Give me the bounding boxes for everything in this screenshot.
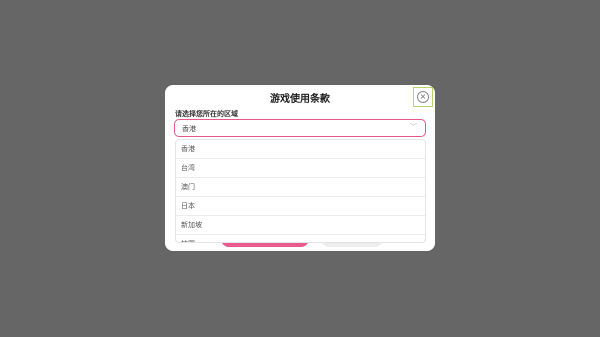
- region-label: 请选择您所在的区域: [175, 110, 238, 118]
- option-hong-kong[interactable]: 香港: [176, 140, 425, 159]
- close-button[interactable]: ×: [413, 87, 433, 107]
- terms-dialog: 游戏使用条款 × 请选择您所在的区域 香港 ﹀ 香港 台湾 澳门 日本 新加坡 …: [165, 85, 435, 251]
- option-japan[interactable]: 日本: [176, 197, 425, 216]
- option-taiwan[interactable]: 台湾: [176, 159, 425, 178]
- option-korea[interactable]: 韩国: [176, 235, 425, 242]
- region-select[interactable]: 香港 ﹀: [174, 119, 426, 137]
- option-singapore[interactable]: 新加坡: [176, 216, 425, 235]
- option-macau[interactable]: 澳门: [176, 178, 425, 197]
- region-dropdown-list: 香港 台湾 澳门 日本 新加坡 韩国: [175, 139, 426, 243]
- dialog-title: 游戏使用条款: [270, 94, 330, 105]
- close-icon: ×: [417, 91, 429, 103]
- chevron-down-icon: ﹀: [410, 123, 417, 131]
- region-select-value: 香港: [182, 125, 196, 133]
